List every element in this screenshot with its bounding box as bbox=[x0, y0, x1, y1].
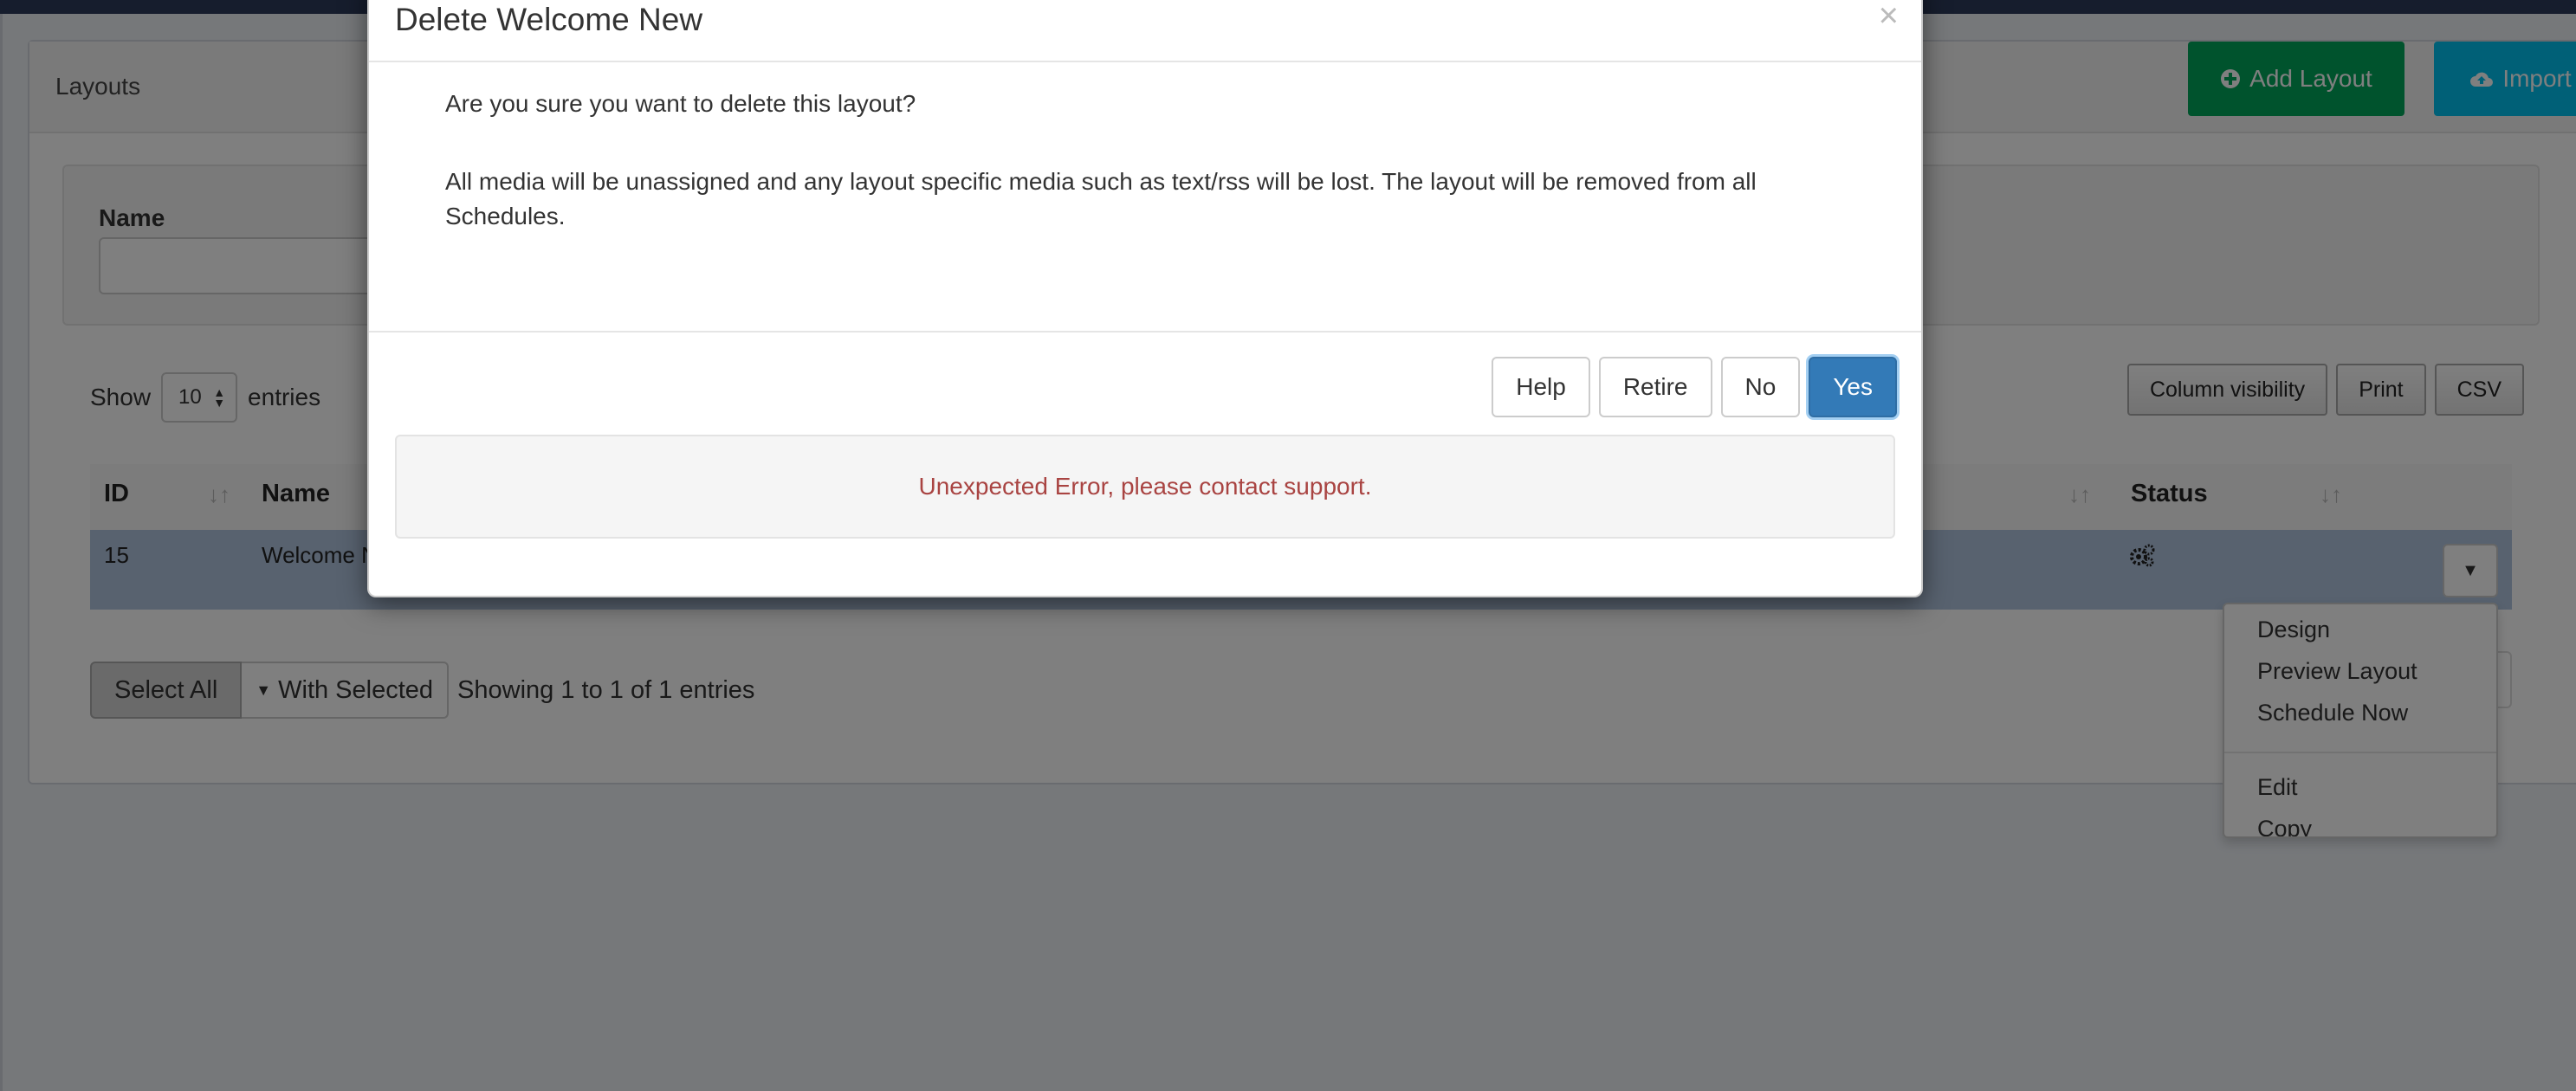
confirm-question: Are you sure you want to delete this lay… bbox=[445, 90, 916, 117]
retire-button[interactable]: Retire bbox=[1598, 357, 1712, 417]
delete-layout-dialog: Delete Welcome New × Are you sure you wa… bbox=[367, 0, 1923, 597]
help-button[interactable]: Help bbox=[1492, 357, 1590, 417]
dialog-actions: Help Retire No Yes bbox=[1492, 357, 1897, 417]
error-message: Unexpected Error, please contact support… bbox=[395, 435, 1895, 539]
yes-button[interactable]: Yes bbox=[1809, 357, 1897, 417]
dialog-title: Delete Welcome New bbox=[395, 2, 703, 37]
dialog-body: Are you sure you want to delete this lay… bbox=[445, 87, 1848, 277]
no-button[interactable]: No bbox=[1720, 357, 1801, 417]
close-icon[interactable]: × bbox=[1879, 0, 1899, 33]
delete-warning: All media will be unassigned and any lay… bbox=[445, 168, 1757, 229]
dialog-footer-divider bbox=[369, 331, 1921, 332]
dialog-header: Delete Welcome New × bbox=[369, 0, 1921, 62]
